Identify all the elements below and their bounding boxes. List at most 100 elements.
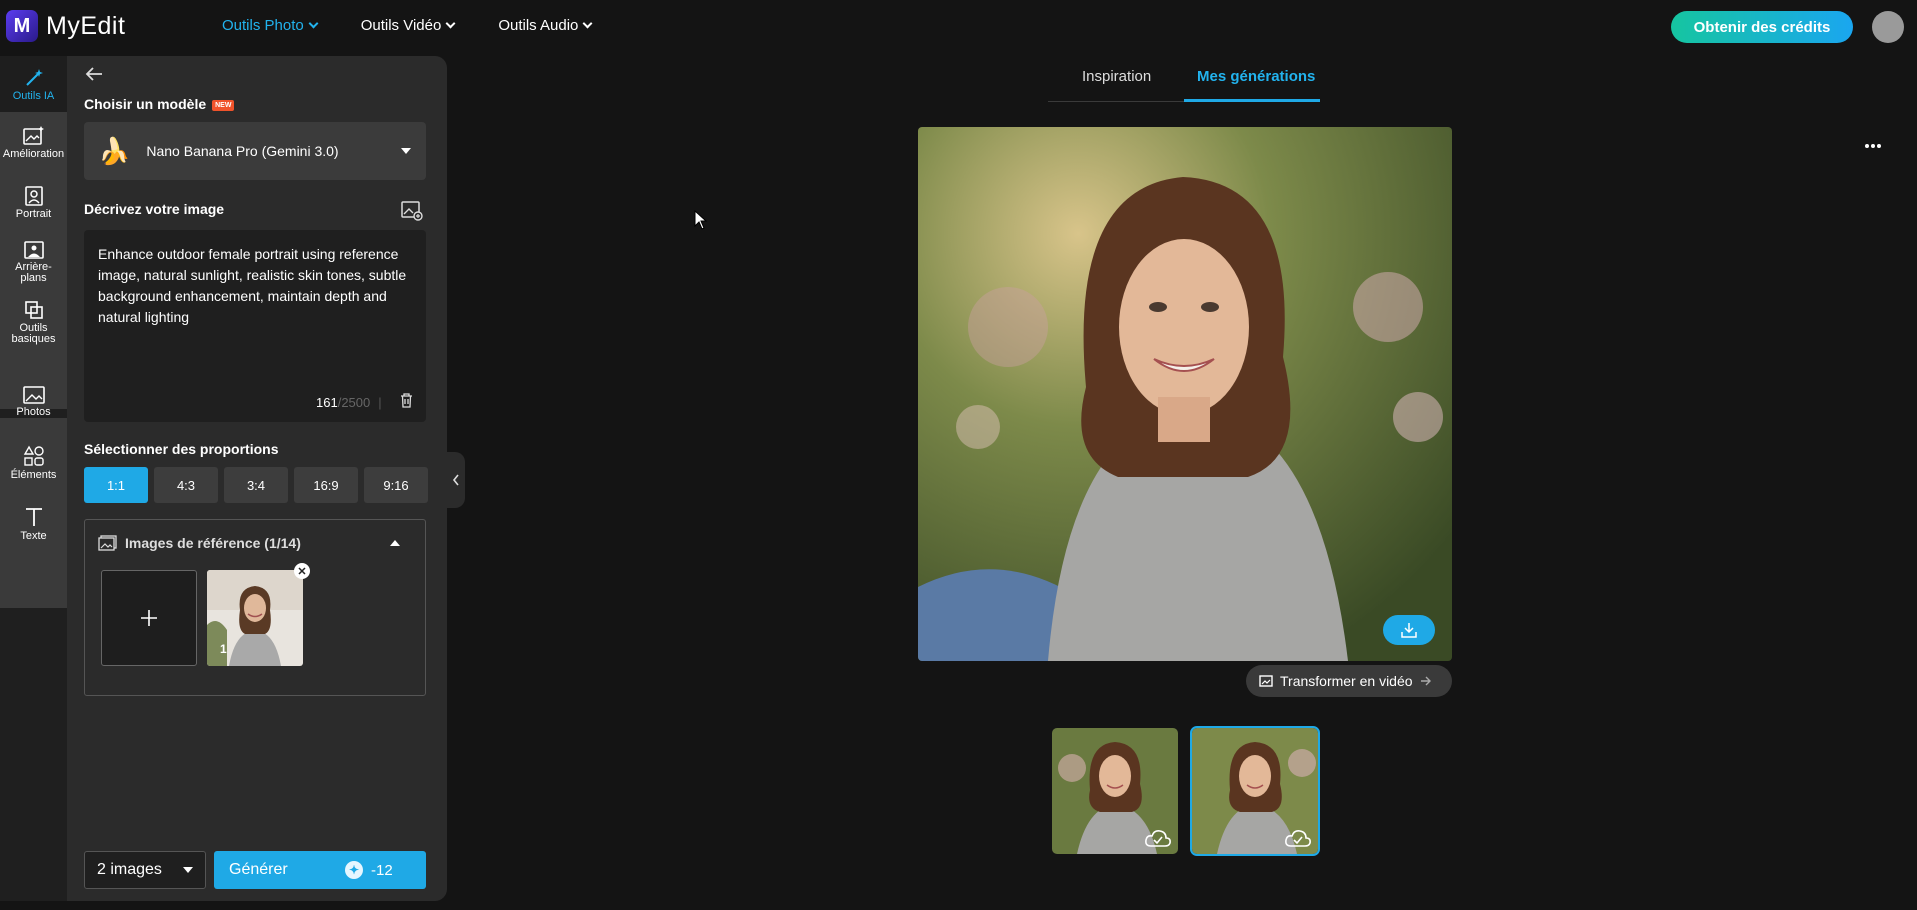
logo[interactable]: M MyEdit — [6, 10, 125, 42]
rail-label: Photos — [16, 406, 51, 418]
basic-tools-icon — [24, 301, 43, 319]
credit-coin-icon: ✦ — [345, 861, 363, 879]
portrait-photo — [918, 127, 1452, 661]
generate-label: Générer — [229, 861, 288, 878]
app-name: MyEdit — [46, 11, 126, 40]
rail-item-basic-tools[interactable]: Outils basiques — [0, 300, 67, 345]
chevron-down-icon — [445, 18, 456, 29]
rail-item-ai-tools[interactable]: Outils IA — [0, 56, 67, 112]
plus-icon — [141, 610, 157, 626]
new-badge: NEW — [212, 99, 235, 111]
top-bar: M MyEdit Outils Photo Outils Vidéo Outil… — [0, 0, 1917, 54]
nav-label: Outils Audio — [498, 17, 579, 34]
add-reference-button[interactable] — [101, 570, 197, 666]
nav-video-tools[interactable]: Outils Vidéo — [360, 17, 456, 34]
image-count-dropdown[interactable]: 2 images — [84, 851, 206, 889]
reference-thumbnail[interactable]: 1 — [207, 570, 303, 666]
left-rail: Outils IA Amélioration Portrait Arrière-… — [0, 56, 67, 901]
main-nav: Outils Photo Outils Vidéo Outils Audio — [222, 17, 635, 34]
mouse-cursor-icon — [694, 210, 708, 230]
banana-icon: 🍌 — [98, 135, 131, 166]
transform-video-label: Transformer en vidéo — [1280, 673, 1413, 689]
prompt-textarea[interactable]: Enhance outdoor female portrait using re… — [84, 230, 426, 422]
dropdown-arrow-icon — [401, 148, 411, 154]
dropdown-arrow-icon — [183, 867, 193, 873]
download-button[interactable] — [1383, 615, 1435, 645]
video-icon — [1259, 675, 1273, 687]
back-arrow-icon[interactable] — [85, 66, 103, 82]
reference-images-title: Images de référence (1/14) — [125, 535, 301, 551]
model-value: Nano Banana Pro (Gemini 3.0) — [146, 143, 339, 159]
transform-to-video-button[interactable]: Transformer en vidéo — [1246, 665, 1452, 697]
chevron-down-icon — [308, 18, 319, 29]
model-title: Choisir un modèle NEW — [84, 96, 235, 112]
logo-mark: M — [6, 10, 38, 42]
prompt-text[interactable]: Enhance outdoor female portrait using re… — [98, 244, 414, 328]
collapse-arrow-icon[interactable] — [390, 540, 400, 546]
tab-my-generations[interactable]: Mes générations — [1197, 68, 1315, 85]
ratio-1-1[interactable]: 1:1 — [84, 467, 148, 503]
image-enhance-icon — [22, 126, 44, 145]
active-tab-indicator — [1184, 99, 1320, 102]
cost-value: -12 — [371, 861, 393, 879]
describe-title: Décrivez votre image — [84, 201, 225, 217]
rail-item-backgrounds[interactable]: Arrière-plans — [0, 241, 67, 284]
rail-item-elements[interactable]: Éléments — [0, 445, 67, 481]
generate-cost: ✦ -12 — [345, 861, 393, 879]
get-credits-button[interactable]: Obtenir des crédits — [1671, 11, 1853, 43]
reference-images-section: Images de référence (1/14) 1 ✕ — [84, 519, 426, 696]
chevron-down-icon — [582, 18, 593, 29]
ratio-3-4[interactable]: 3:4 — [224, 467, 288, 503]
portrait-icon — [24, 186, 43, 206]
rail-label: Outils IA — [12, 90, 55, 102]
avatar[interactable] — [1872, 11, 1904, 43]
shapes-icon — [23, 445, 44, 466]
cloud-saved-icon — [1145, 830, 1171, 847]
ratio-4-3[interactable]: 4:3 — [154, 467, 218, 503]
gallery-tabs: Inspiration Mes générations — [1048, 56, 1320, 102]
reference-number: 1 — [220, 642, 227, 656]
char-counter: 161/2500 | — [316, 395, 382, 410]
generation-thumbnail[interactable] — [1052, 728, 1178, 854]
rail-label: Outils basiques — [11, 322, 56, 345]
counter-separator: | — [378, 395, 382, 410]
image-upload-icon[interactable] — [401, 201, 423, 221]
model-dropdown[interactable]: 🍌 Nano Banana Pro (Gemini 3.0) — [84, 122, 426, 180]
generate-button[interactable]: Générer ✦ -12 — [214, 851, 426, 889]
magic-wand-icon — [25, 69, 43, 86]
rail-item-portrait[interactable]: Portrait — [0, 186, 67, 220]
char-max: /2500 — [337, 395, 371, 410]
nav-photo-tools[interactable]: Outils Photo — [222, 17, 319, 34]
background-icon — [23, 241, 44, 259]
rail-label: Arrière-plans — [15, 261, 52, 284]
gallery-icon — [98, 535, 117, 551]
chevron-left-icon — [452, 474, 459, 486]
generated-image[interactable] — [918, 127, 1452, 661]
trash-icon[interactable] — [400, 393, 413, 408]
char-count: 161 — [316, 395, 338, 410]
tab-inspiration[interactable]: Inspiration — [1082, 68, 1151, 85]
remove-reference-icon[interactable]: ✕ — [294, 563, 310, 579]
download-icon — [1401, 623, 1417, 638]
collapse-panel-button[interactable] — [447, 452, 465, 508]
ai-generation-panel: Choisir un modèle NEW 🍌 Nano Banana Pro (… — [67, 56, 447, 901]
ratio-16-9[interactable]: 16:9 — [294, 467, 358, 503]
rail-label: Portrait — [15, 208, 52, 220]
nav-label: Outils Vidéo — [360, 17, 442, 34]
model-title-text: Choisir un modèle — [84, 96, 207, 112]
nav-label: Outils Photo — [222, 17, 304, 34]
image-count-value: 2 images — [97, 861, 162, 878]
rail-label: Amélioration — [2, 148, 65, 160]
ratio-9-16[interactable]: 9:16 — [364, 467, 428, 503]
rail-item-enhancement[interactable]: Amélioration — [0, 126, 67, 160]
more-options-icon[interactable] — [1864, 143, 1882, 149]
rail-label: Texte — [20, 530, 47, 542]
reference-images-header[interactable]: Images de référence (1/14) — [98, 535, 301, 551]
rail-item-photos[interactable]: Photos — [0, 386, 67, 418]
generation-thumbnail-selected[interactable] — [1190, 726, 1320, 856]
nav-audio-tools[interactable]: Outils Audio — [498, 17, 593, 34]
rail-item-text[interactable]: Texte — [0, 506, 67, 542]
ratio-title: Sélectionner des proportions — [84, 441, 279, 457]
text-icon — [25, 508, 42, 526]
photo-icon — [22, 386, 45, 404]
